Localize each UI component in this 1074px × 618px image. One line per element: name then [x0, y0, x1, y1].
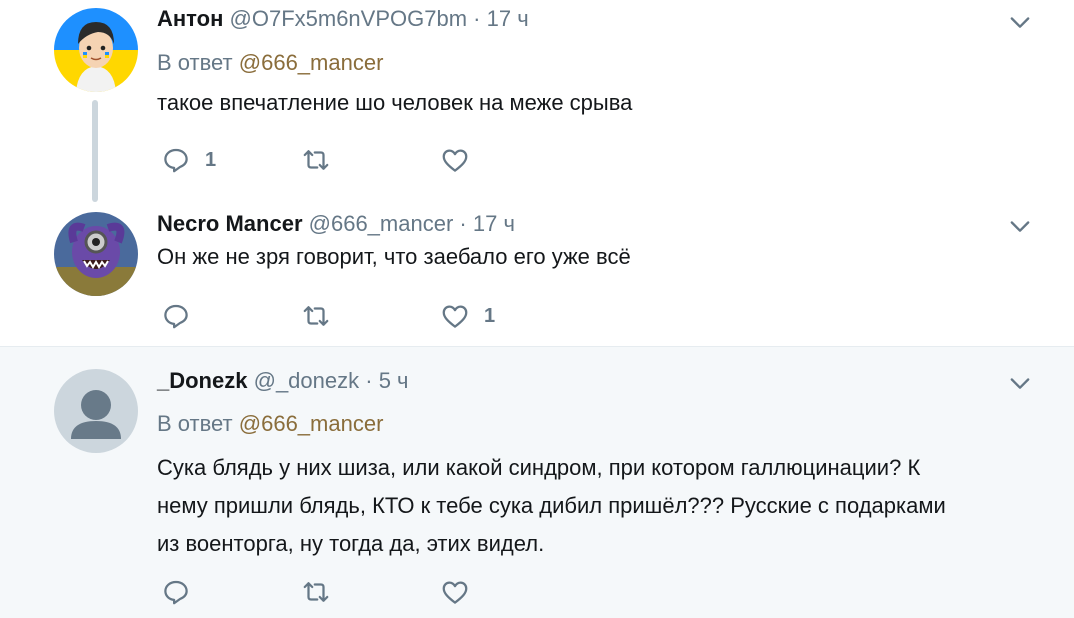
- tweet-text-line: Сука блядь у них шиза, или какой синдром…: [157, 455, 921, 480]
- reply-context: В ответ @666_mancer: [157, 410, 1014, 438]
- separator-dot: ·: [473, 6, 481, 31]
- monster-avatar-icon: [54, 212, 138, 296]
- avatar[interactable]: [54, 212, 138, 296]
- heart-icon: [442, 305, 468, 328]
- reply-icon: [164, 580, 188, 605]
- author-handle[interactable]: @666_mancer: [309, 211, 454, 236]
- separator-dot: ·: [459, 211, 467, 236]
- reply-prefix: В ответ: [157, 411, 233, 436]
- like-count: 1: [484, 304, 496, 327]
- more-options-button[interactable]: [1006, 369, 1034, 397]
- tweet-text-line: из военторга, ну тогда да, этих видел.: [157, 531, 545, 556]
- author-name[interactable]: _Donezk: [157, 368, 247, 393]
- reply-button[interactable]: [161, 301, 205, 331]
- timestamp[interactable]: 17 ч: [473, 211, 515, 236]
- like-button[interactable]: [440, 145, 484, 175]
- avatar[interactable]: [54, 369, 138, 453]
- default-avatar-icon: [54, 369, 138, 453]
- tweet-text-line: нему пришли блядь, КТО к тебе сука дибил…: [157, 493, 946, 518]
- reply-button[interactable]: [161, 577, 205, 607]
- like-button[interactable]: [440, 577, 484, 607]
- separator-dot: ·: [365, 368, 373, 393]
- author-name[interactable]: Necro Mancer: [157, 211, 303, 236]
- reply-icon: [164, 304, 188, 329]
- retweet-button[interactable]: [301, 577, 345, 607]
- tweet-text: Сука блядь у них шиза, или какой синдром…: [157, 449, 1014, 563]
- author-name[interactable]: Антон: [157, 6, 223, 31]
- retweet-icon: [303, 306, 329, 326]
- retweet-icon: [303, 582, 329, 602]
- author-handle[interactable]: @O7Fx5m6nVPOG7bm: [230, 6, 468, 31]
- more-options-button[interactable]: [1006, 212, 1034, 240]
- reply-mention-link[interactable]: @666_mancer: [239, 50, 384, 75]
- like-button[interactable]: 1: [440, 301, 495, 331]
- chevron-down-icon: [1010, 378, 1030, 389]
- cartoon-boy-avatar-icon: [54, 8, 138, 92]
- reply-context: В ответ @666_mancer: [157, 49, 1014, 77]
- chevron-down-icon: [1010, 221, 1030, 232]
- reply-prefix: В ответ: [157, 50, 233, 75]
- chevron-down-icon: [1010, 17, 1030, 28]
- heart-icon: [442, 149, 468, 172]
- reply-button[interactable]: 1: [161, 145, 216, 175]
- author-handle[interactable]: @_donezk: [254, 368, 360, 393]
- heart-icon: [442, 581, 468, 604]
- thread-line: [92, 100, 98, 202]
- retweet-button[interactable]: [301, 301, 345, 331]
- timestamp[interactable]: 17 ч: [487, 6, 529, 31]
- avatar[interactable]: [54, 8, 138, 92]
- tweet-1[interactable]: Антон @O7Fx5m6nVPOG7bm · 17 ч В ответ @6…: [0, 0, 1074, 205]
- tweet-2[interactable]: Necro Mancer @666_mancer · 17 ч Он же не…: [0, 205, 1074, 347]
- retweet-icon: [303, 150, 329, 170]
- tweet-text: Он же не зря говорит, что заебало его уж…: [157, 244, 631, 269]
- reply-count: 1: [205, 148, 217, 171]
- timestamp[interactable]: 5 ч: [379, 368, 409, 393]
- more-options-button[interactable]: [1006, 8, 1034, 36]
- tweet-3[interactable]: _Donezk @_donezk · 5 ч В ответ @666_manc…: [0, 346, 1074, 618]
- tweet-text: такое впечатление шо человек на меже сры…: [157, 90, 633, 115]
- reply-mention-link[interactable]: @666_mancer: [239, 411, 384, 436]
- reply-icon: [164, 148, 188, 173]
- retweet-button[interactable]: [301, 145, 345, 175]
